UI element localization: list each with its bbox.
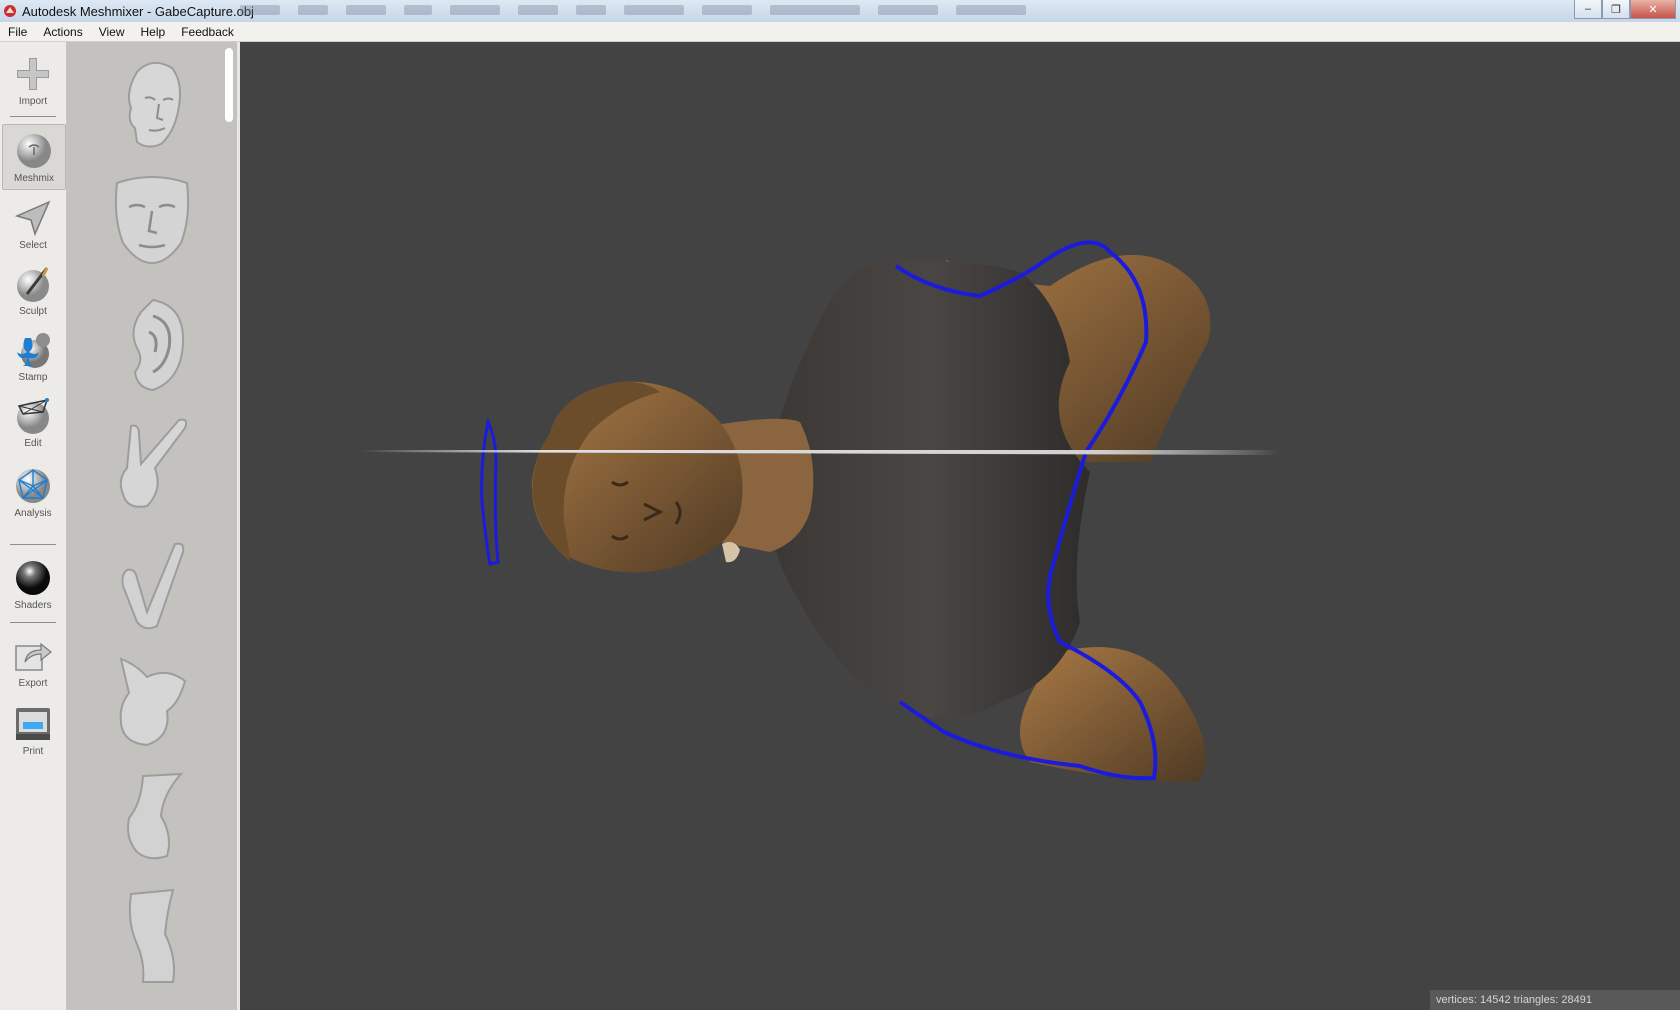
shaders-ball-icon: [16, 561, 50, 595]
library-item-hand-v[interactable]: [97, 530, 207, 640]
maximize-button[interactable]: ❐: [1602, 0, 1630, 19]
meshmix-button[interactable]: Meshmix: [2, 124, 66, 190]
menu-view[interactable]: View: [91, 25, 133, 39]
tool-bar: Import Meshmix Select Sculpt Stamp Edit …: [0, 42, 67, 1010]
tool-label: Shaders: [14, 600, 52, 611]
meshmix-sphere-icon: [17, 134, 51, 168]
menu-file[interactable]: File: [0, 25, 35, 39]
minimize-button[interactable]: –: [1574, 0, 1602, 19]
menu-help[interactable]: Help: [133, 25, 174, 39]
mesh-stats-status: vertices: 14542 triangles: 28491: [1430, 990, 1680, 1010]
import-plus-icon: [17, 58, 49, 90]
stamp-fleur-icon: [17, 333, 50, 368]
scanned-bust-model[interactable]: [240, 42, 1680, 1010]
sculpt-brush-icon: [17, 267, 49, 302]
edit-button[interactable]: Edit: [2, 390, 64, 454]
menu-actions[interactable]: Actions: [35, 25, 90, 39]
library-scrollbar[interactable]: [225, 48, 233, 122]
library-item-face[interactable]: [97, 167, 207, 277]
library-item-leg[interactable]: [97, 882, 207, 992]
title-bar-blurred-toolbar: [240, 5, 1026, 15]
tool-label: Import: [18, 96, 48, 107]
meshmixer-logo-icon: [4, 5, 16, 17]
sculpt-button[interactable]: Sculpt: [2, 258, 64, 322]
library-item-head[interactable]: [97, 52, 207, 162]
select-arrow-icon: [14, 200, 51, 237]
tool-label: Stamp: [18, 372, 48, 383]
tool-label: Select: [19, 240, 47, 251]
select-button[interactable]: Select: [2, 192, 64, 256]
export-arrow-icon: [15, 642, 52, 671]
menu-bar: File Actions View Help Feedback: [0, 22, 1680, 42]
title-bar: Autodesk Meshmixer - GabeCapture.obj – ❐…: [0, 0, 1680, 23]
tool-label: Meshmix: [13, 173, 54, 184]
tool-label: Print: [22, 746, 44, 757]
menu-feedback[interactable]: Feedback: [173, 25, 242, 39]
tool-label: Analysis: [14, 508, 52, 519]
library-item-torso[interactable]: [97, 647, 207, 757]
stamp-button[interactable]: Stamp: [2, 324, 64, 388]
window-title: Autodesk Meshmixer - GabeCapture.obj: [22, 3, 254, 19]
edit-sphere-icon: [17, 398, 49, 434]
library-item-foot[interactable]: [97, 764, 207, 874]
library-item-ear[interactable]: [97, 292, 207, 402]
tool-label: Edit: [24, 438, 42, 449]
close-button[interactable]: ✕: [1630, 0, 1676, 19]
print-printer-icon: [16, 708, 50, 740]
library-item-hand-peace[interactable]: [97, 410, 207, 520]
analysis-button[interactable]: Analysis: [2, 460, 64, 524]
print-button[interactable]: Print: [2, 698, 64, 762]
analysis-mesh-icon: [16, 469, 50, 503]
meshmix-library-panel: [67, 42, 237, 1010]
export-button[interactable]: Export: [2, 630, 64, 694]
3d-viewport[interactable]: vertices: 14542 triangles: 28491: [240, 42, 1680, 1010]
shaders-button[interactable]: Shaders: [2, 552, 64, 616]
tool-label: Export: [18, 678, 48, 689]
tool-label: Sculpt: [19, 306, 47, 317]
import-button[interactable]: Import: [2, 48, 64, 112]
